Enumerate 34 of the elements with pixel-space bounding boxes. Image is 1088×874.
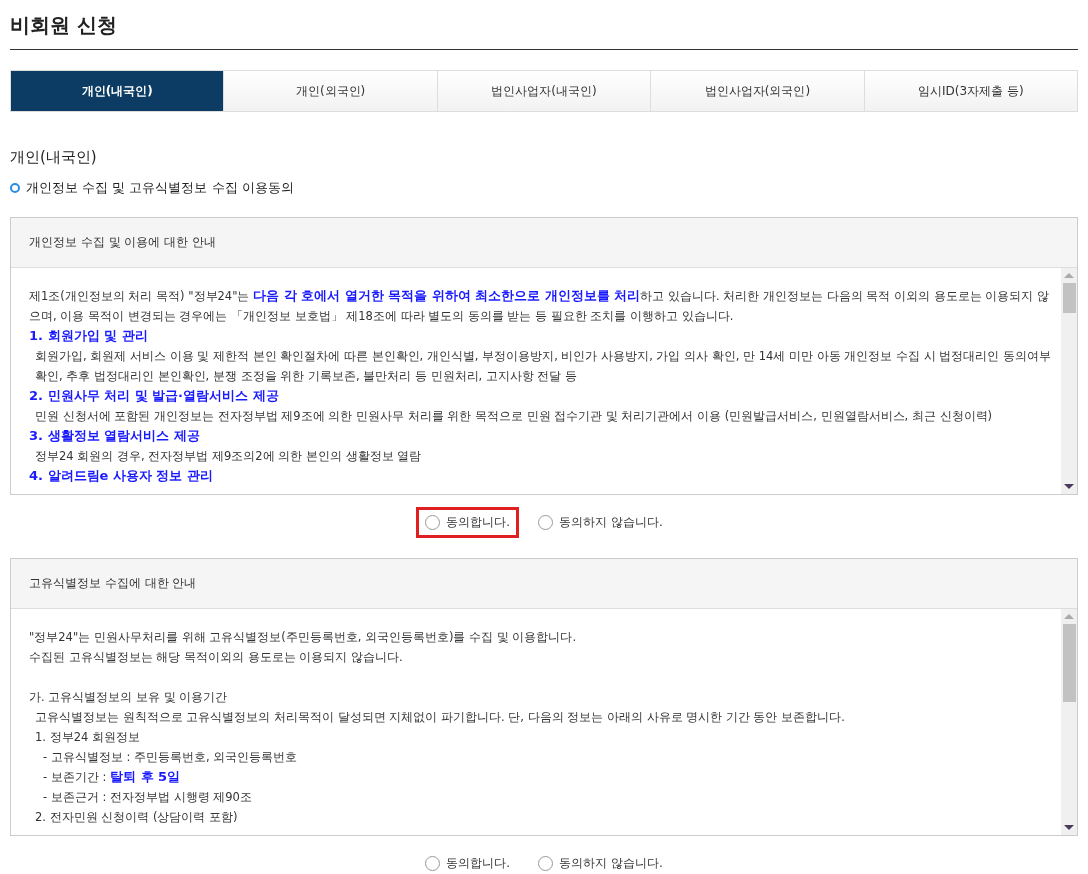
radio-option[interactable]: 동의합니다. bbox=[416, 507, 520, 538]
scrollbar[interactable] bbox=[1061, 268, 1077, 494]
circle-bullet-icon bbox=[10, 183, 20, 193]
panel-title: 개인정보 수집 및 이용에 대한 안내 bbox=[11, 218, 1077, 268]
notice-text: 회원가입, 회원제 서비스 이용 및 제한적 본인 확인절차에 따른 본인확인, 개인식별, 부정이용방지, 비인가 사용방지, 가입 의사 확인, 만 14세 미만 아동 개인정보 수집 시 법정대리인 동의여부 확인, 추후 법정대리인 본인확인, 분쟁 조정을 위한 기록보존, 불만처리 등 민원처리, 고지사항 전달 등 bbox=[34, 348, 1051, 385]
tab[interactable]: 법인사업자(내국인) bbox=[436, 71, 651, 111]
page-title: 비회원 신청 bbox=[10, 0, 1078, 50]
notice-text: 제1조(개인정보의 처리 목적) "정부24"는 다음 각 호에서 열거한 목적을 위하여 최소한으로 개인정보를 처리하고 있습니다. 처리한 개인정보는 다음의 목적 이외의 용도로는 이용되지 않으며, 이용 목적이 변경되는 경우에는 「개인정보 보호법」 제18조에 따라 별도의 동의를 받는 등 필요한 조치를 이행하고 있습니다. bbox=[29, 287, 1050, 325]
radio-option[interactable]: 동의하지 않습니다. bbox=[529, 507, 672, 538]
tab[interactable]: 개인(내국인) bbox=[11, 71, 224, 111]
notice-text: "정부24"는 민원사무처리를 위해 고유식별정보(주민등록번호, 외국인등록번호)를 수집 및 이용합니다. bbox=[29, 629, 578, 646]
notice-text: 정부24 회원의 경우, 전자정부법 제9조의2에 의한 본인의 생활정보 열람 bbox=[34, 448, 423, 465]
section-title: 개인(내국인) bbox=[10, 148, 98, 167]
notice-text: 민원 신청서에 포함된 개인정보는 전자정부법 제9조에 의한 민원사무 처리를 위한 목적으로 민원 접수기관 및 처리기관에서 이용 (민원발급서비스, 민원열람서비스, 최근 신청이력) bbox=[34, 408, 994, 425]
consent-heading: 개인정보 수집 및 고유식별정보 수집 이용동의 bbox=[26, 179, 294, 197]
radio-option[interactable]: 동의하지 않습니다. bbox=[529, 848, 672, 874]
notice-text: - 보존근거 : 전자정부법 시행령 제90조 bbox=[42, 789, 253, 806]
section-heading: 3. 생활정보 열람서비스 제공 bbox=[29, 427, 201, 445]
notice-text: 가. 고유식별정보의 보유 및 이용기간 bbox=[29, 689, 229, 706]
notice-text: 수집된 고유식별정보는 해당 목적이외의 용도로는 이용되지 않습니다. bbox=[29, 649, 404, 666]
notice-text: 1. 정부24 회원정보 bbox=[34, 729, 141, 746]
scrollbar[interactable] bbox=[1061, 609, 1077, 835]
section-heading: 4. 알려드림e 사용자 정보 관리 bbox=[29, 467, 214, 485]
notice-text: - 고유식별정보 : 주민등록번호, 외국인등록번호 bbox=[42, 749, 299, 766]
panel-title: 고유식별정보 수집에 대한 안내 bbox=[11, 559, 1077, 609]
section-heading: 1. 회원가입 및 관리 bbox=[29, 327, 149, 345]
section-heading: 2. 민원사무 처리 및 발급·열람서비스 제공 bbox=[29, 387, 280, 405]
radio-option[interactable]: 동의합니다. bbox=[416, 848, 520, 874]
tab[interactable]: 법인사업자(외국인) bbox=[650, 71, 864, 111]
notice-text: 2. 전자민원 신청이력 (상담이력 포함) bbox=[34, 809, 239, 826]
notice-text: - 보존기간 : 탈퇴 후 5일 bbox=[42, 768, 182, 786]
tab[interactable]: 임시ID(3자제출 등) bbox=[863, 71, 1078, 111]
notice-text: 고유식별정보는 원칙적으로 고유식별정보의 처리목적이 달성되면 지체없이 파기합니다. 단, 다음의 정보는 아래의 사유로 명시한 기간 동안 보존합니다. bbox=[34, 709, 846, 726]
tab[interactable]: 개인(외국인) bbox=[223, 71, 437, 111]
